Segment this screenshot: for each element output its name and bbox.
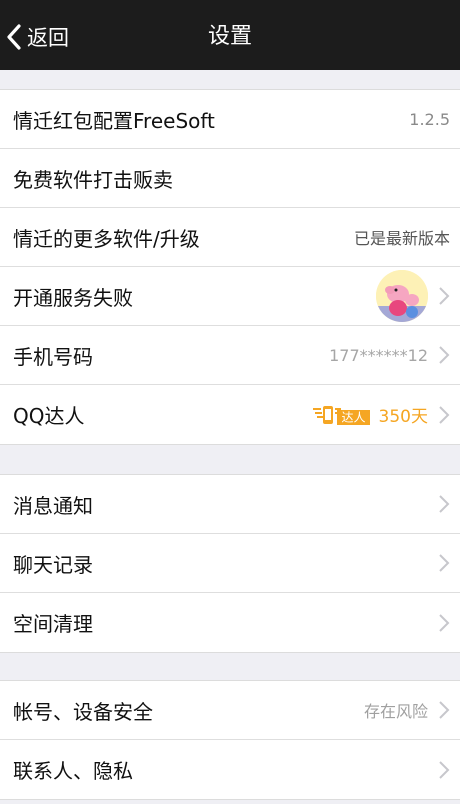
talent-badge-text: 达人 xyxy=(341,410,365,424)
row-account-security[interactable]: 帐号、设备安全 存在风险 xyxy=(0,681,460,740)
chevron-right-icon xyxy=(439,554,450,572)
row-app-config[interactable]: 情迁红包配置FreeSoft 1.2.5 xyxy=(0,90,460,149)
chevron-right-icon xyxy=(439,495,450,513)
row-label: 免费软件打击贩卖 xyxy=(13,167,173,192)
navigation-bar: 返回 设置 xyxy=(0,0,460,70)
version-value: 1.2.5 xyxy=(409,109,450,129)
settings-group-security: 帐号、设备安全 存在风险 联系人、隐私 xyxy=(0,680,460,800)
chevron-right-icon xyxy=(439,701,450,719)
phone-value: 177******12 xyxy=(329,345,428,365)
security-status: 存在风险 xyxy=(363,702,428,721)
chevron-right-icon xyxy=(439,613,450,632)
row-anti-resale[interactable]: 免费软件打击贩卖 xyxy=(0,149,460,208)
qq-talent-days: 350天 xyxy=(378,407,428,427)
row-qq-talent[interactable]: QQ达人 达人 350天 xyxy=(0,385,460,444)
settings-group-app: 情迁红包配置FreeSoft 1.2.5 免费软件打击贩卖 情迁的更多软件/升级… xyxy=(0,89,460,445)
row-label: QQ达人 xyxy=(13,404,85,428)
row-label: 联系人、隐私 xyxy=(13,759,133,783)
row-label: 手机号码 xyxy=(13,344,93,369)
row-label: 消息通知 xyxy=(13,493,93,518)
row-label: 聊天记录 xyxy=(13,552,93,577)
chevron-right-icon xyxy=(439,346,450,364)
row-service-failed[interactable]: 开通服务失败 xyxy=(0,267,460,326)
update-status: 已是最新版本 xyxy=(353,229,450,248)
settings-group-general: 消息通知 聊天记录 空间清理 xyxy=(0,474,460,653)
row-phone-number[interactable]: 手机号码 177******12 xyxy=(0,326,460,385)
row-label: 开通服务失败 xyxy=(13,285,133,310)
row-storage-cleanup[interactable]: 空间清理 xyxy=(0,593,460,652)
row-contacts-privacy[interactable]: 联系人、隐私 xyxy=(0,740,460,799)
row-notifications[interactable]: 消息通知 xyxy=(0,475,460,534)
peppa-pig-avatar-icon xyxy=(376,270,428,322)
chevron-right-icon xyxy=(439,405,450,424)
page-title: 设置 xyxy=(207,24,252,49)
row-label: 帐号、设备安全 xyxy=(13,699,153,724)
chevron-right-icon xyxy=(439,760,450,779)
row-chat-history[interactable]: 聊天记录 xyxy=(0,534,460,593)
row-more-software[interactable]: 情迁的更多软件/升级 已是最新版本 xyxy=(0,208,460,267)
row-label: 情迁红包配置FreeSoft xyxy=(13,108,215,133)
row-label: 空间清理 xyxy=(13,612,93,636)
qq-talent-badge: 达人 350天 xyxy=(311,402,428,427)
qq-talent-phone-wings-icon: 达人 xyxy=(312,405,370,425)
avatar xyxy=(376,270,428,322)
chevron-right-icon xyxy=(439,287,450,305)
row-label: 情迁的更多软件/升级 xyxy=(13,226,200,251)
